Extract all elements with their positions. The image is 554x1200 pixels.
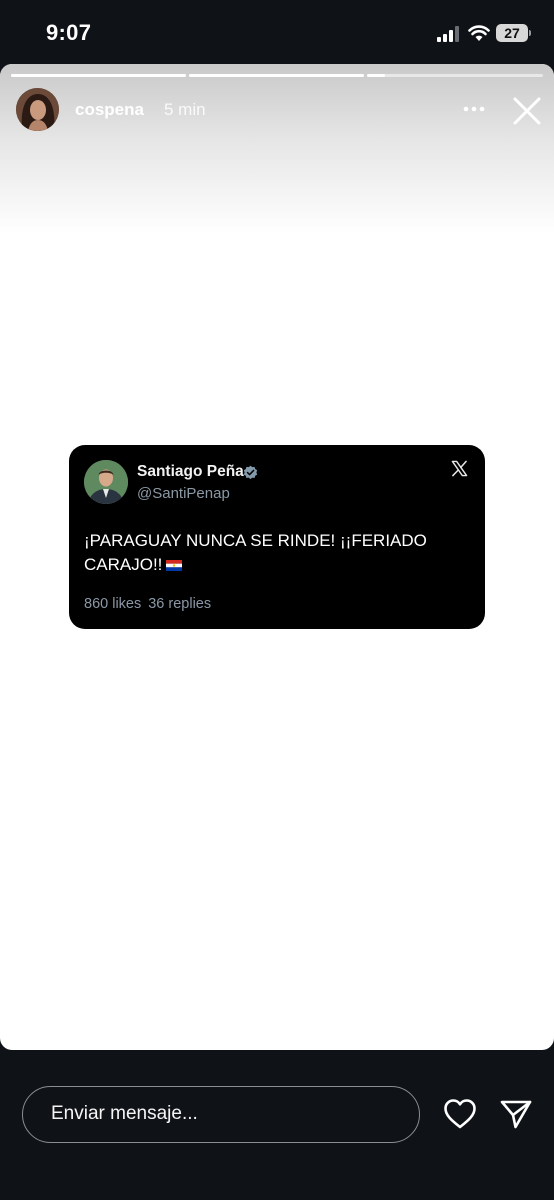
tweet-replies: 36 replies — [148, 596, 212, 612]
tweet-author-name: Santiago Peña — [137, 463, 244, 480]
story-progress-segment — [367, 74, 543, 77]
status-time: 9:07 — [46, 20, 92, 45]
tweet-likes: 860 likes — [84, 596, 142, 612]
battery-level: 27 — [496, 24, 528, 42]
tweet-author-avatar — [84, 460, 128, 504]
tweet-text-block: ¡PARAGUAY NUNCA SE RINDE! ¡¡FERIADO CARA… — [84, 529, 464, 577]
story-progress-segment — [189, 74, 364, 77]
x-logo-icon — [451, 460, 468, 477]
paraguay-flag-icon — [166, 560, 183, 571]
tweet-card[interactable]: Santiago Peña @SantiPenap ¡PARAGUAY NUNC… — [69, 445, 485, 629]
heart-icon[interactable] — [442, 1097, 478, 1131]
cellular-signal-icon — [437, 26, 459, 42]
tweet-text: ¡PARAGUAY NUNCA SE RINDE! ¡¡FERIADO CARA… — [84, 531, 427, 574]
tweet-author-handle: @SantiPenap — [137, 485, 230, 502]
story-progress-fill — [11, 74, 186, 77]
close-icon[interactable] — [511, 95, 543, 127]
wifi-icon — [468, 25, 490, 41]
story-view[interactable]: cospena 5 min Santiago Peña @SantiPenap — [0, 64, 554, 1050]
story-username[interactable]: cospena — [75, 100, 144, 120]
story-timestamp: 5 min — [164, 100, 206, 119]
story-progress-fill — [367, 74, 385, 77]
user-avatar[interactable] — [16, 88, 59, 131]
message-placeholder: Enviar mensaje... — [51, 1103, 198, 1124]
story-top-gradient — [0, 64, 554, 234]
more-options-icon[interactable] — [461, 98, 487, 120]
status-bar: 9:07 27 — [0, 0, 554, 64]
battery-icon: 27 — [496, 24, 532, 42]
story-progress-fill — [189, 74, 364, 77]
verified-badge-icon — [243, 465, 258, 480]
message-input[interactable]: Enviar mensaje... — [22, 1086, 420, 1143]
tweet-stats: 860 likes 36 replies — [84, 596, 211, 612]
send-icon[interactable] — [498, 1097, 534, 1131]
story-progress-segment — [11, 74, 186, 77]
